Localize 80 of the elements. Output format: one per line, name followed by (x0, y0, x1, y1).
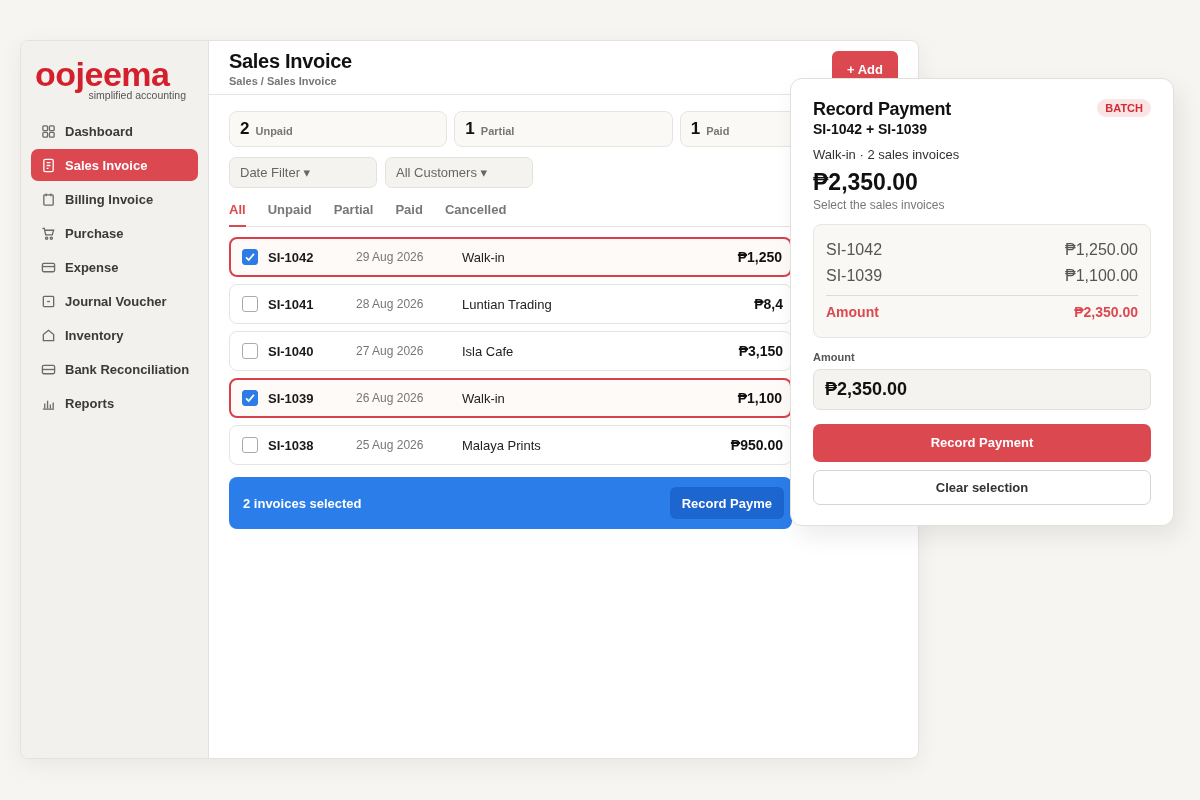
row-checkbox[interactable] (242, 390, 258, 406)
line-amount: ₱1,100.00 (1065, 266, 1138, 286)
document-icon (41, 157, 56, 173)
batch-badge: BATCH (1097, 99, 1151, 117)
invoice-amount: ₱1,100 (737, 390, 782, 406)
invoice-number: SI-1042 (268, 249, 315, 265)
invoice-date: 26 Aug 2026 (356, 391, 425, 405)
record-payment-button[interactable]: Record Payme (669, 487, 784, 519)
row-checkbox[interactable] (242, 249, 258, 265)
invoice-number: SI-1040 (268, 343, 315, 359)
clear-selection-button[interactable]: Clear selection (813, 469, 1151, 505)
line-amount: ₱1,250.00 (1065, 240, 1138, 260)
cart-icon (41, 225, 56, 241)
invoice-row[interactable]: SI-1042 29 Aug 2026 Walk-in ₱1,250 (229, 237, 792, 277)
invoice-date: 29 Aug 2026 (356, 250, 425, 264)
invoice-number: SI-1041 (268, 296, 315, 312)
popover-title: Record Payment (813, 99, 951, 120)
row-checkbox[interactable] (242, 343, 258, 359)
sidebar-item[interactable]: Billing Invoice (31, 183, 198, 215)
invoice-date: 25 Aug 2026 (356, 438, 425, 452)
stat-label: Partial (480, 124, 515, 137)
stat-count: 1 (465, 119, 475, 139)
customer-summary: Walk-in · 2 sales invoices (813, 147, 961, 162)
hint-text: Select the sales invoices (813, 198, 946, 212)
selection-count: 2 invoices selected (243, 495, 362, 511)
invoice-number: SI-1038 (268, 437, 315, 453)
line-invoice: SI-1039 (826, 266, 883, 286)
invoice-amount: ₱950.00 (730, 437, 783, 453)
invoice-numbers: SI-1042 + SI-1039 (813, 121, 929, 137)
field-label: Amount (813, 351, 856, 363)
stat-label: Unpaid (255, 124, 293, 137)
sidebar-item[interactable]: Expense (31, 251, 198, 283)
stat-count: 1 (690, 119, 701, 139)
customer-name: Walk-in (462, 390, 506, 406)
clipboard-icon (41, 191, 56, 207)
invoice-number: SI-1039 (268, 390, 315, 406)
row-checkbox[interactable] (242, 296, 258, 312)
filter-tab[interactable]: Unpaid (267, 200, 312, 227)
invoice-date: 27 Aug 2026 (356, 344, 425, 358)
logo-tagline: simplified accounting (88, 89, 186, 101)
page-title: Sales Invoice (229, 49, 352, 73)
invoice-date: 28 Aug 2026 (356, 297, 425, 311)
sidebar-item[interactable]: Bank Reconciliation (31, 353, 198, 385)
sidebar-item[interactable]: Purchase (31, 217, 198, 249)
voucher-icon (41, 293, 56, 309)
invoice-row[interactable]: SI-1040 27 Aug 2026 Isla Cafe ₱3,150 (229, 331, 792, 371)
record-payment-button[interactable]: Record Payment (813, 424, 1151, 462)
invoice-amount: ₱3,150 (738, 343, 783, 359)
customer-name: Isla Cafe (462, 343, 515, 359)
logo: oojeema (35, 57, 170, 91)
filter-tab[interactable]: All (229, 200, 246, 227)
invoice-amount: ₱1,250 (737, 249, 782, 265)
sum-label: Amount (826, 303, 879, 322)
house-icon (41, 327, 56, 343)
sidebar-item[interactable]: Dashboard (31, 115, 198, 147)
stat-label: Paid (706, 124, 730, 137)
amount-field[interactable]: ₱2,350.00 (813, 369, 1151, 411)
row-checkbox[interactable] (242, 437, 258, 453)
filter-dropdown[interactable]: All Customers ▾ (385, 157, 533, 188)
sum-amount: ₱2,350.00 (1074, 303, 1138, 322)
customer-name: Malaya Prints (462, 437, 542, 453)
stat-count: 2 (240, 119, 250, 139)
filter-tab[interactable]: Partial (333, 200, 374, 227)
sidebar-item[interactable]: Journal Voucher (31, 285, 198, 317)
grid-icon (41, 123, 56, 139)
sidebar-item[interactable]: Reports (31, 387, 198, 419)
invoice-row[interactable]: SI-1039 26 Aug 2026 Walk-in ₱1,100 (229, 378, 792, 418)
sidebar-item[interactable]: Inventory (31, 319, 198, 351)
sidebar-item[interactable]: Sales Invoice (31, 149, 198, 181)
total-amount: ₱2,350.00 (813, 169, 919, 196)
invoice-row[interactable]: SI-1041 28 Aug 2026 Luntian Trading ₱8,4 (229, 284, 792, 324)
invoice-amount: ₱8,4 (754, 296, 783, 312)
customer-name: Walk-in (462, 249, 506, 265)
breadcrumb: Sales / Sales Invoice (229, 75, 338, 87)
invoice-row[interactable]: SI-1038 25 Aug 2026 Malaya Prints ₱950.00 (229, 425, 792, 465)
customer-name: Luntian Trading (462, 296, 553, 312)
line-invoice: SI-1042 (826, 240, 883, 260)
filter-dropdown[interactable]: Date Filter ▾ (229, 157, 377, 188)
filter-tab[interactable]: Cancelled (444, 200, 507, 227)
filter-tab[interactable]: Paid (395, 200, 423, 227)
